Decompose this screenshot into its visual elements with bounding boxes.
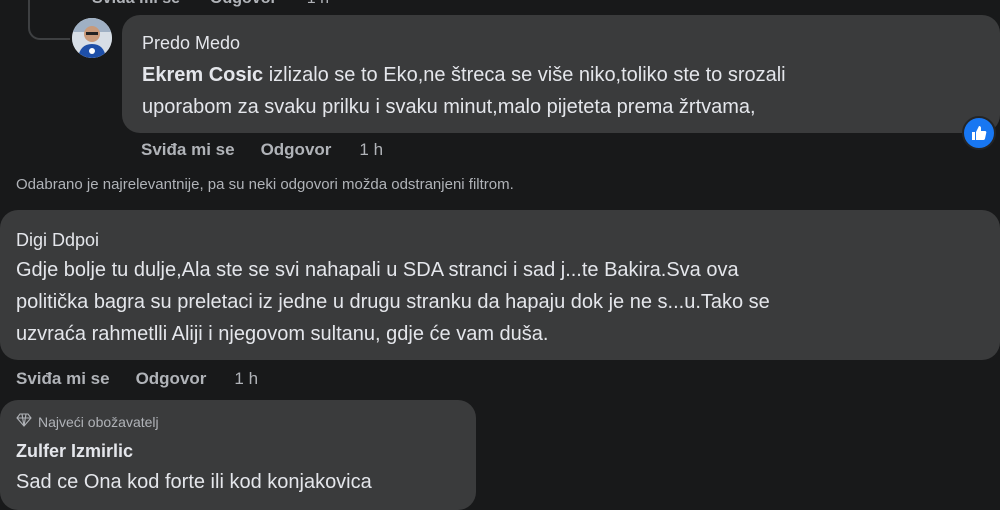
thread-connector-line bbox=[28, 0, 70, 40]
comment-author[interactable]: Zulfer Izmirlic bbox=[16, 441, 133, 462]
timestamp[interactable]: 1 h bbox=[234, 369, 258, 389]
comment-author[interactable]: Predo Medo bbox=[142, 33, 240, 54]
comment-author[interactable]: Digi Ddpoi bbox=[16, 230, 99, 251]
like-link[interactable]: Sviđa mi se bbox=[16, 369, 110, 389]
mention-link[interactable]: Ekrem Cosic bbox=[142, 64, 263, 86]
comment-text-line: Gdje bolje tu dulje,Ala ste se svi nahap… bbox=[16, 259, 739, 281]
previous-comment-actions: Sviđa mi se Odgovor 1 h bbox=[92, 0, 329, 8]
comment-actions: Sviđa mi se Odgovor 1 h bbox=[16, 369, 258, 389]
badge-label: Najveći obožavatelj bbox=[38, 413, 159, 430]
top-fan-badge: Najveći obožavatelj bbox=[16, 413, 159, 430]
reply-link[interactable]: Odgovor bbox=[136, 369, 207, 389]
avatar[interactable] bbox=[72, 18, 112, 58]
comment-text-line: Sad ce Ona kod forte ili kod konjakovica bbox=[16, 471, 372, 493]
thumbs-up-icon[interactable] bbox=[962, 116, 996, 150]
like-link[interactable]: Sviđa mi se bbox=[141, 140, 235, 160]
like-link[interactable]: Sviđa mi se bbox=[92, 0, 180, 8]
reply-link[interactable]: Odgovor bbox=[210, 0, 277, 8]
comment-bubble: Digi Ddpoi Gdje bolje tu dulje,Ala ste s… bbox=[0, 210, 1000, 360]
comment-text-line: politička bagra su preletaci iz jedne u … bbox=[16, 291, 770, 313]
reply-link[interactable]: Odgovor bbox=[261, 140, 332, 160]
diamond-icon bbox=[16, 413, 32, 430]
comment-text: izlizalo se to Eko,ne štreca se više nik… bbox=[268, 64, 786, 86]
filter-notice: Odabrano je najrelevantnije, pa su neki … bbox=[16, 176, 514, 193]
comment-actions: Sviđa mi se Odgovor 1 h bbox=[141, 140, 383, 160]
comment-text-line: uzvraća rahmetlli Aliji i njegovom sulta… bbox=[16, 323, 549, 345]
comment-bubble: Predo Medo Ekrem Cosic izlizalo se to Ek… bbox=[122, 15, 1000, 133]
comment-text-line: Ekrem Cosic izlizalo se to Eko,ne štreca… bbox=[142, 59, 786, 91]
timestamp[interactable]: 1 h bbox=[307, 0, 329, 8]
timestamp[interactable]: 1 h bbox=[359, 140, 383, 160]
comment-text-line: uporabom za svaku prilku i svaku minut,m… bbox=[142, 96, 756, 118]
